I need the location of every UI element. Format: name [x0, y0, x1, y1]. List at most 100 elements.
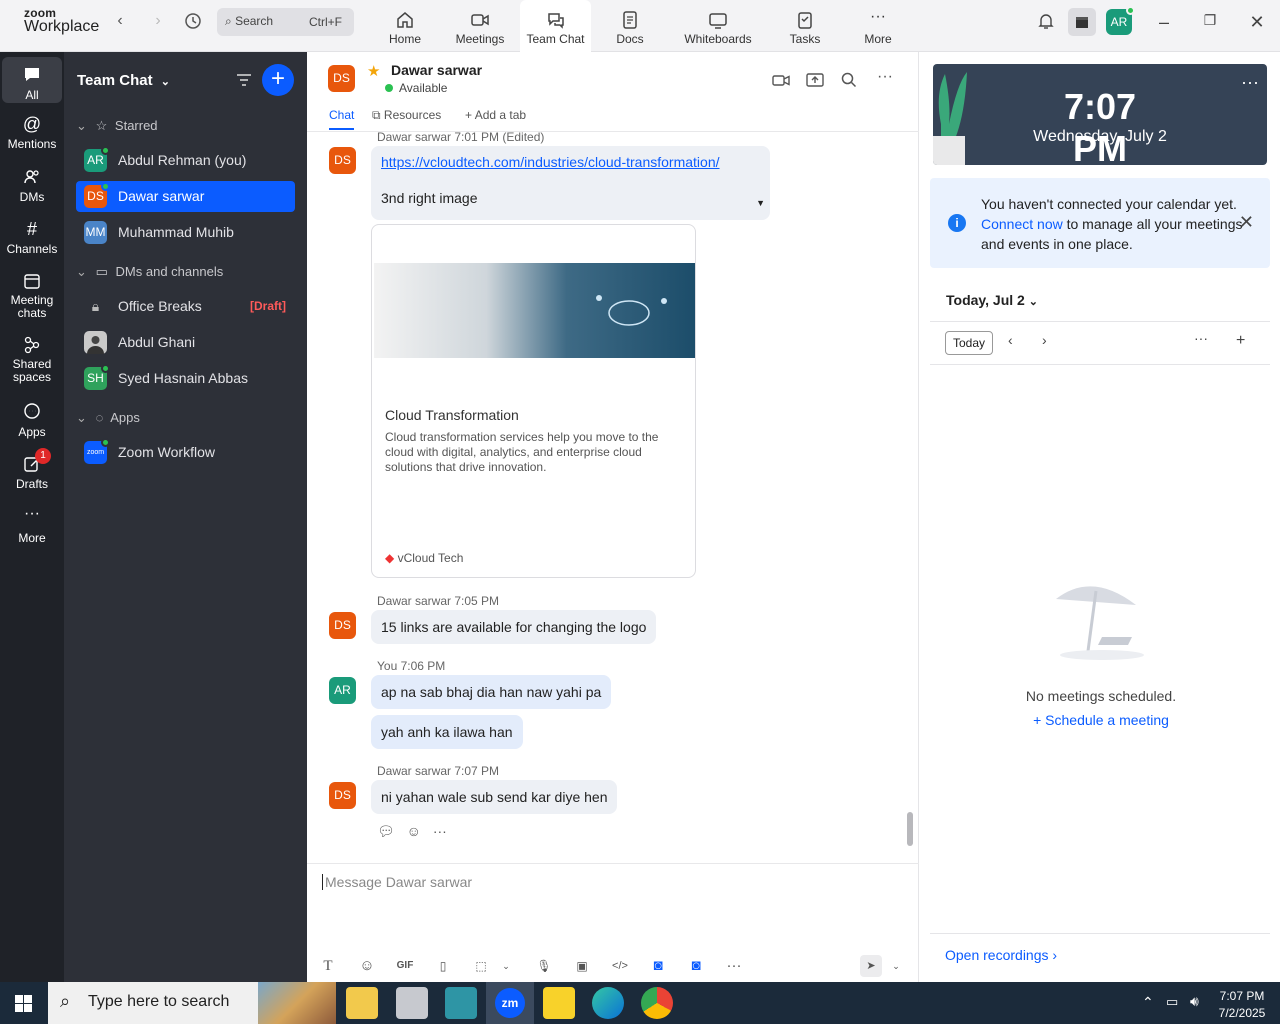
rail-dms[interactable]: DMs	[2, 167, 62, 204]
date-selector[interactable]: Today, Jul 2 ⌄	[946, 292, 1038, 308]
new-chat-button[interactable]: +	[262, 64, 294, 96]
app-icon[interactable]	[445, 987, 477, 1019]
tab-tasks[interactable]: Tasks	[782, 0, 828, 52]
avatar[interactable]: DS	[329, 782, 356, 809]
video-message-icon[interactable]: ▣	[571, 955, 593, 977]
file-explorer-icon[interactable]	[346, 987, 378, 1019]
sidebar-item-dawar-sarwar[interactable]: DS Dawar sarwar	[76, 181, 295, 212]
sidebar-item-zoom-workflow[interactable]: zoom Zoom Workflow	[76, 437, 295, 468]
tab-home[interactable]: Home	[377, 0, 433, 52]
close-window-icon[interactable]: ✕	[1245, 12, 1269, 34]
more-options-icon[interactable]: ···	[877, 69, 897, 90]
forward-arrow-icon[interactable]: ›	[146, 12, 170, 32]
emoji-icon[interactable]: ☺	[356, 955, 378, 977]
search-icon[interactable]	[839, 70, 859, 90]
section-starred[interactable]: ⌄ ☆ Starred	[76, 118, 158, 138]
avatar[interactable]: DS	[329, 147, 356, 174]
avatar[interactable]: AR	[329, 677, 356, 704]
add-tab-button[interactable]: + Add a tab	[465, 108, 526, 122]
code-snippet-icon[interactable]: </>	[609, 955, 631, 977]
minimize-window-icon[interactable]: –	[1152, 12, 1176, 34]
sidebar-item-abdul-ghani[interactable]: Abdul Ghani	[76, 327, 295, 358]
app-icon[interactable]: ◙	[647, 955, 669, 977]
tab-team-chat[interactable]: Team Chat	[520, 0, 591, 52]
previous-day-icon[interactable]: ‹	[1008, 332, 1013, 348]
zoom-taskbar-icon[interactable]: zm	[486, 982, 534, 1024]
message-input[interactable]: Message Dawar sarwar	[322, 874, 472, 890]
section-apps[interactable]: ⌄ ◌ Apps	[76, 410, 140, 430]
file-icon[interactable]: ▯	[432, 955, 454, 977]
sidebar-item-muhammad-muhib[interactable]: MM Muhammad Muhib	[76, 217, 295, 248]
rail-mentions[interactable]: @ Mentions	[2, 114, 62, 151]
taskbar-clock[interactable]: 7:07 PM 7/2/2025	[1214, 988, 1270, 1022]
user-avatar[interactable]: AR	[1106, 6, 1135, 35]
rail-meeting-chats[interactable]: Meeting chats	[2, 271, 62, 320]
star-filled-icon[interactable]: ★	[367, 62, 380, 80]
edge-browser-icon[interactable]	[592, 987, 624, 1019]
today-button[interactable]: Today	[945, 331, 993, 355]
chrome-browser-icon[interactable]	[641, 987, 673, 1019]
taskbar-search[interactable]: ⌕ Type here to search	[48, 982, 336, 1024]
app-icon[interactable]: ◙	[685, 955, 707, 977]
rail-channels[interactable]: # Channels	[2, 219, 62, 256]
scrollbar-thumb[interactable]	[907, 812, 913, 846]
gift-icon[interactable]	[1068, 8, 1096, 36]
chevron-down-icon[interactable]: ⌄	[885, 955, 907, 977]
rail-shared-spaces[interactable]: Shared spaces	[2, 335, 62, 384]
add-event-icon[interactable]: +	[1236, 332, 1245, 350]
share-screen-icon[interactable]	[805, 70, 825, 90]
tab-docs[interactable]: Docs	[606, 0, 654, 52]
rail-drafts[interactable]: 1 Drafts	[2, 448, 62, 491]
show-hidden-icons-icon[interactable]: ⌃	[1142, 994, 1154, 1011]
sticky-notes-icon[interactable]	[543, 987, 575, 1019]
app-icon[interactable]	[396, 987, 428, 1019]
more-options-icon[interactable]: ···	[1194, 330, 1208, 346]
reply-icon[interactable]: 💬︎	[377, 823, 395, 839]
rail-apps[interactable]: Apps	[2, 402, 62, 439]
chat-avatar[interactable]: DS	[328, 65, 355, 92]
network-icon[interactable]: ▭	[1166, 994, 1178, 1010]
section-dms-and-channels[interactable]: ⌄ ▭ DMs and channels	[76, 264, 223, 284]
connect-now-link[interactable]: Connect now	[981, 216, 1063, 232]
drafts-badge: 1	[35, 448, 51, 464]
chat-contact-name[interactable]: Dawar sarwar	[391, 62, 482, 78]
more-options-icon[interactable]: ···	[1241, 72, 1259, 93]
notification-bell-icon[interactable]	[1034, 12, 1058, 34]
link-preview-card[interactable]: Cloud Transformation Cloud transformatio…	[371, 224, 696, 578]
more-options-icon[interactable]: ···	[433, 823, 447, 839]
sidebar-title[interactable]: Team Chat ⌄	[77, 72, 170, 89]
tab-resources[interactable]: ⧉ Resources	[372, 108, 441, 123]
volume-icon[interactable]: 🔊︎	[1190, 993, 1199, 1010]
more-dots-icon[interactable]: ···	[723, 955, 745, 977]
chevron-down-icon[interactable]: ⌄	[495, 955, 517, 977]
tab-chat[interactable]: Chat	[329, 108, 355, 130]
close-icon[interactable]: ✕	[1239, 212, 1254, 232]
avatar[interactable]: DS	[329, 612, 356, 639]
text-format-icon[interactable]: T	[317, 955, 339, 977]
history-icon[interactable]	[181, 12, 205, 32]
tab-whiteboards[interactable]: Whiteboards	[677, 0, 759, 52]
next-day-icon[interactable]: ›	[1042, 332, 1047, 348]
sidebar-item-syed-hasnain-abbas[interactable]: SH Syed Hasnain Abbas	[76, 363, 295, 394]
sidebar-item-abdul-rehman[interactable]: AR Abdul Rehman (you)	[76, 145, 295, 176]
filter-icon[interactable]	[234, 70, 254, 90]
emoji-reaction-icon[interactable]: ☺	[407, 823, 421, 839]
send-icon[interactable]: ➤	[860, 955, 882, 977]
gif-button[interactable]: GIF	[394, 955, 416, 977]
microphone-icon[interactable]: 🎙︎	[533, 955, 555, 977]
schedule-meeting-link[interactable]: + Schedule a meeting	[922, 712, 1280, 728]
tab-more[interactable]: ··· More	[855, 0, 901, 52]
video-call-icon[interactable]	[771, 70, 791, 90]
back-arrow-icon[interactable]: ‹	[108, 12, 132, 32]
message-link[interactable]: https://vcloudtech.com/industries/cloud-…	[381, 154, 760, 170]
screenshot-icon[interactable]: ⬚	[470, 955, 492, 977]
windows-start-icon[interactable]	[15, 995, 32, 1012]
search-box[interactable]: ⌕ Search Ctrl+F	[217, 8, 354, 36]
caret-down-icon[interactable]: ▼	[756, 198, 765, 208]
restore-window-icon[interactable]: ❐	[1198, 12, 1222, 34]
rail-all[interactable]: All	[2, 57, 62, 103]
tab-meetings[interactable]: Meetings	[448, 0, 512, 52]
sidebar-item-office-breaks[interactable]: 🔒︎ Office Breaks [Draft]	[76, 291, 295, 322]
rail-more[interactable]: ··· More	[2, 506, 62, 546]
open-recordings-link[interactable]: Open recordings ›	[945, 947, 1057, 963]
